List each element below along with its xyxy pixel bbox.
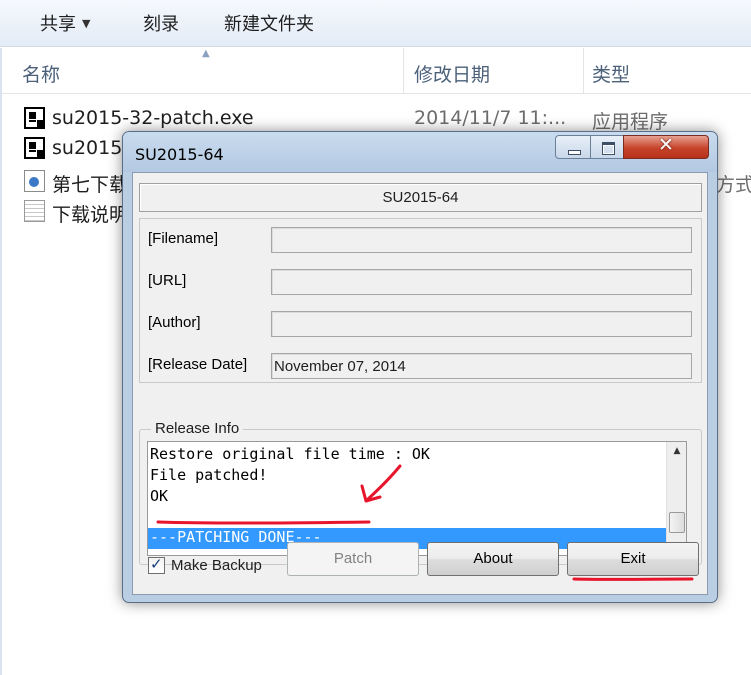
annotation-arrow bbox=[365, 464, 402, 502]
annotation-layer bbox=[156, 464, 694, 581]
annotation-underline bbox=[156, 520, 371, 525]
